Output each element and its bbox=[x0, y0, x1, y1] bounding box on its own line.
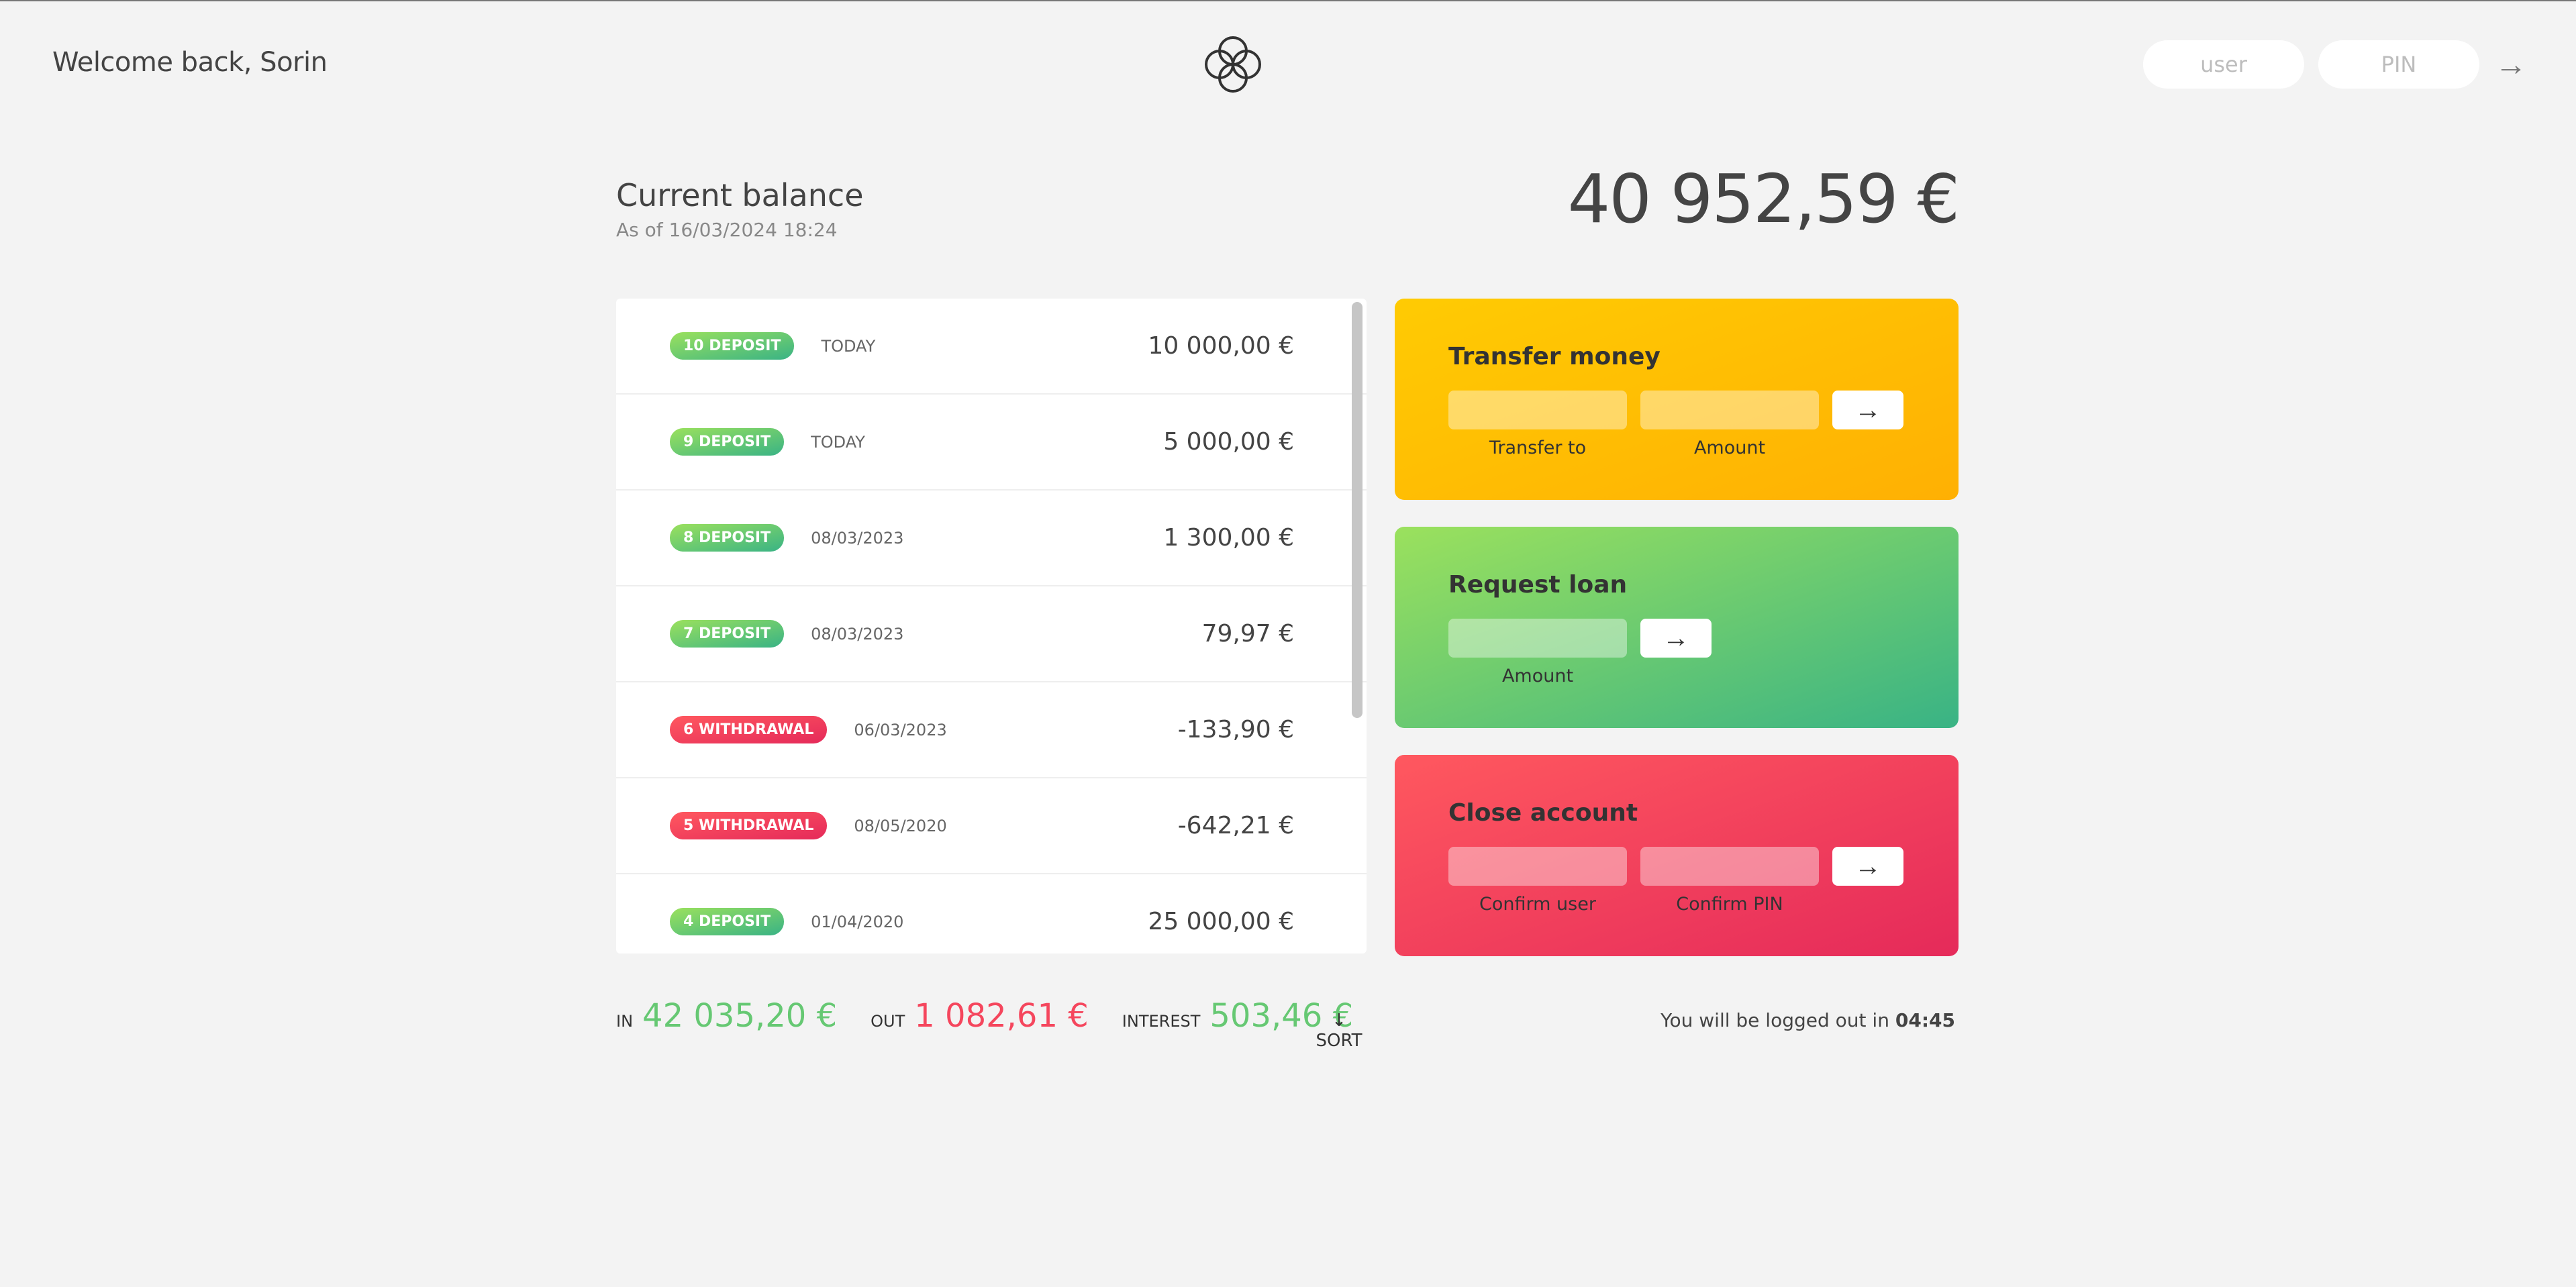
movement-value: 1 300,00 € bbox=[1163, 524, 1294, 552]
movement-row: 7 deposit 08/03/2023 79,97 € bbox=[616, 586, 1367, 682]
logout-timer-text: You will be logged out in bbox=[1661, 1009, 1889, 1031]
movement-row: 9 deposit Today 5 000,00 € bbox=[616, 395, 1367, 491]
movement-date: 01/04/2020 bbox=[811, 912, 904, 931]
balance-value: 40 952,59 € bbox=[1567, 160, 1960, 238]
sort-label: SORT bbox=[1316, 1031, 1363, 1051]
movement-type-badge: 5 withdrawal bbox=[670, 812, 828, 839]
summary-out-value: 1 082,61 € bbox=[914, 997, 1089, 1035]
close-submit-button[interactable]: → bbox=[1832, 847, 1903, 886]
movement-value: -642,21 € bbox=[1177, 812, 1294, 839]
movement-value: 25 000,00 € bbox=[1148, 908, 1294, 935]
sort-arrow-icon: ↓ bbox=[1332, 1011, 1346, 1031]
logout-timer-value: 04:45 bbox=[1895, 1009, 1955, 1031]
transfer-submit-button[interactable]: → bbox=[1832, 391, 1903, 429]
balance-label: Current balance bbox=[616, 177, 864, 213]
movement-date: 08/03/2023 bbox=[811, 624, 904, 644]
transfer-to-input[interactable] bbox=[1448, 391, 1627, 429]
movement-type-badge: 8 deposit bbox=[670, 524, 785, 552]
movement-value: 5 000,00 € bbox=[1163, 428, 1294, 456]
sort-button[interactable]: ↓ SORT bbox=[1309, 1011, 1369, 1051]
movement-row: 6 withdrawal 06/03/2023 -133,90 € bbox=[616, 682, 1367, 778]
movement-row: 4 deposit 01/04/2020 25 000,00 € bbox=[616, 874, 1367, 954]
movement-value: 10 000,00 € bbox=[1148, 332, 1294, 360]
loan-amount-input[interactable] bbox=[1448, 619, 1627, 658]
close-title: Close account bbox=[1448, 799, 1638, 827]
movement-row: 10 deposit Today 10 000,00 € bbox=[616, 299, 1367, 395]
movement-type-badge: 7 deposit bbox=[670, 620, 785, 648]
loan-panel: Request loan → Amount bbox=[1395, 527, 1959, 728]
loan-title: Request loan bbox=[1448, 571, 1628, 599]
welcome-message: Welcome back, Sorin bbox=[52, 47, 328, 78]
loan-amount-label: Amount bbox=[1501, 666, 1574, 686]
summary: In 42 035,20 € Out 1 082,61 € Interest 5… bbox=[616, 997, 1387, 1035]
login-arrow-icon[interactable]: → bbox=[2490, 43, 2532, 86]
movement-type-badge: 9 deposit bbox=[670, 428, 785, 456]
transfer-title: Transfer money bbox=[1448, 343, 1661, 370]
movement-value: 79,97 € bbox=[1201, 620, 1294, 648]
close-form: → Confirm user Confirm PIN bbox=[1448, 847, 1905, 927]
movements-list[interactable]: 10 deposit Today 10 000,00 € 9 deposit T… bbox=[616, 299, 1367, 954]
login-user-input[interactable] bbox=[2143, 40, 2304, 89]
movement-type-badge: 4 deposit bbox=[670, 908, 785, 935]
transfer-form: → Transfer to Amount bbox=[1448, 391, 1905, 471]
confirm-pin-input[interactable] bbox=[1640, 847, 1819, 886]
movement-date: 06/03/2023 bbox=[854, 720, 947, 739]
movement-type-badge: 10 deposit bbox=[670, 332, 795, 360]
confirm-pin-label: Confirm PIN bbox=[1676, 894, 1783, 915]
logo-icon bbox=[1205, 36, 1261, 93]
movement-type-badge: 6 withdrawal bbox=[670, 716, 828, 743]
login-pin-input[interactable] bbox=[2318, 40, 2479, 89]
movement-date: 08/05/2020 bbox=[854, 816, 947, 835]
close-account-panel: Close account → Confirm user Confirm PIN bbox=[1395, 755, 1959, 956]
movement-row: 8 deposit 08/03/2023 1 300,00 € bbox=[616, 491, 1367, 586]
balance-date: As of 16/03/2024 18:24 bbox=[616, 219, 838, 241]
loan-form: → Amount bbox=[1448, 619, 1905, 699]
movement-value: -133,90 € bbox=[1177, 716, 1294, 743]
movements-scrollbar[interactable] bbox=[1352, 302, 1363, 718]
summary-in-value: 42 035,20 € bbox=[642, 997, 838, 1035]
summary-out-label: Out bbox=[871, 1012, 905, 1031]
loan-submit-button[interactable]: → bbox=[1640, 619, 1712, 658]
transfer-amount-input[interactable] bbox=[1640, 391, 1819, 429]
transfer-amount-label: Amount bbox=[1693, 437, 1766, 458]
movement-date: 08/03/2023 bbox=[811, 528, 904, 548]
movement-date: Today bbox=[821, 336, 876, 356]
transfer-panel: Transfer money → Transfer to Amount bbox=[1395, 299, 1959, 500]
summary-in-label: In bbox=[616, 1012, 634, 1031]
confirm-user-label: Confirm user bbox=[1479, 894, 1596, 915]
logout-timer: You will be logged out in 04:45 bbox=[1661, 1009, 1955, 1031]
movement-date: Today bbox=[811, 432, 865, 452]
transfer-to-label: Transfer to bbox=[1489, 437, 1587, 458]
movement-row: 5 withdrawal 08/05/2020 -642,21 € bbox=[616, 778, 1367, 874]
summary-interest-label: Interest bbox=[1122, 1012, 1201, 1031]
confirm-user-input[interactable] bbox=[1448, 847, 1627, 886]
